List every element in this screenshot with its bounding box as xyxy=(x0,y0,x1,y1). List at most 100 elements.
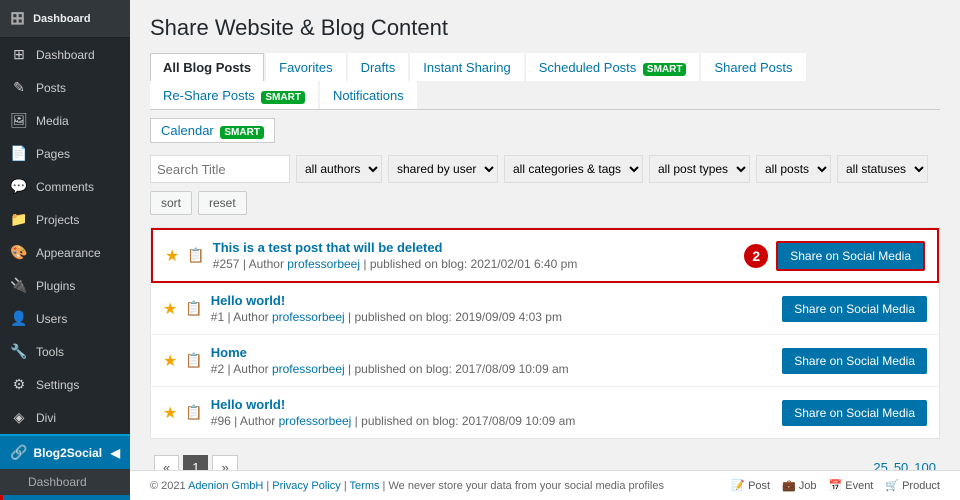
sidebar-item-label: Dashboard xyxy=(36,48,95,62)
sort-reset-row: sort reset xyxy=(150,191,940,215)
product-icon: 🛒 xyxy=(885,479,899,492)
dashboard-icon: ⊞ xyxy=(10,46,28,63)
categories-select[interactable]: all categories & tags xyxy=(504,155,643,183)
sidebar-item-divi[interactable]: ◈ Divi xyxy=(0,401,130,434)
per-page-50[interactable]: 50 xyxy=(894,460,908,470)
sidebar-item-label: Tools xyxy=(36,345,64,359)
post-title[interactable]: Home xyxy=(211,345,247,360)
main-content: Share Website & Blog Content All Blog Po… xyxy=(130,0,960,500)
filter-row: all authors shared by user all categorie… xyxy=(150,155,940,183)
current-page-button[interactable]: 1 xyxy=(183,455,208,470)
footer-privacy-link[interactable]: Privacy Policy xyxy=(272,480,340,492)
per-page-25[interactable]: 25 xyxy=(873,460,887,470)
tab-shared-posts[interactable]: Shared Posts xyxy=(701,53,805,81)
author-link[interactable]: professorbeej xyxy=(272,362,345,376)
sidebar-item-label: Divi xyxy=(36,411,56,425)
pagination-row: « 1 » 25 50 100 xyxy=(150,455,940,470)
star-icon[interactable]: ★ xyxy=(165,246,179,266)
post-meta: #96 | Author professorbeej | published o… xyxy=(211,414,774,428)
statuses-select[interactable]: all statuses xyxy=(837,155,928,183)
post-type-icon: 📋 xyxy=(185,352,202,369)
sidebar-item-label: Posts xyxy=(36,81,66,95)
share-button-3[interactable]: Share on Social Media xyxy=(782,400,927,426)
tab-scheduled-posts[interactable]: Scheduled Posts SMART xyxy=(526,53,700,81)
submenu-dashboard[interactable]: Dashboard xyxy=(0,469,130,495)
footer-terms-link[interactable]: Terms xyxy=(350,480,380,492)
posts-icon: ✎ xyxy=(10,79,28,96)
sidebar-item-label: Comments xyxy=(36,180,94,194)
share-button-2[interactable]: Share on Social Media xyxy=(782,348,927,374)
appearance-icon: 🎨 xyxy=(10,244,28,261)
post-types-select[interactable]: all post types xyxy=(649,155,750,183)
table-row: ★ 📋 This is a test post that will be del… xyxy=(151,228,939,283)
event-label: Event xyxy=(845,480,873,492)
posts-select[interactable]: all posts xyxy=(756,155,831,183)
footer-icons: 📝 Post 💼 Job 📅 Event 🛒 Product xyxy=(731,479,940,492)
tab-notifications[interactable]: Notifications xyxy=(320,81,417,109)
star-icon[interactable]: ★ xyxy=(163,403,177,423)
tab-favorites[interactable]: Favorites xyxy=(266,53,345,81)
sidebar-item-label: Pages xyxy=(36,147,70,161)
search-input[interactable] xyxy=(150,155,290,183)
sidebar-item-pages[interactable]: 📄 Pages xyxy=(0,137,130,170)
star-icon[interactable]: ★ xyxy=(163,299,177,319)
post-meta: #257 | Author professorbeej | published … xyxy=(213,257,736,271)
posts-list: ★ 📋 This is a test post that will be del… xyxy=(150,227,940,439)
tab-drafts[interactable]: Drafts xyxy=(348,53,409,81)
footer-company-link[interactable]: Adenion GmbH xyxy=(188,480,263,492)
footer-text: © 2021 Adenion GmbH | Privacy Policy | T… xyxy=(150,480,664,492)
share-button-0[interactable]: Share on Social Media xyxy=(776,241,925,271)
post-title[interactable]: This is a test post that will be deleted xyxy=(213,240,443,255)
blog2social-label: Blog2Social xyxy=(33,446,102,460)
post-title[interactable]: Hello world! xyxy=(211,397,285,412)
tab-calendar[interactable]: Calendar SMART xyxy=(150,118,275,143)
product-label: Product xyxy=(902,480,940,492)
author-link[interactable]: professorbeej xyxy=(272,310,345,324)
sidebar-item-media[interactable]: 🖼 Media xyxy=(0,104,130,137)
footer-job-icon: 💼 Job xyxy=(782,479,816,492)
author-link[interactable]: professorbeej xyxy=(287,257,360,271)
blog2social-submenu: Dashboard Site & Blog Content Social Med… xyxy=(0,469,130,500)
submenu-site-blog-content[interactable]: Site & Blog Content xyxy=(0,495,130,500)
share-button-1[interactable]: Share on Social Media xyxy=(782,296,927,322)
footer-event-icon: 📅 Event xyxy=(829,479,874,492)
pagination: « 1 » xyxy=(154,455,238,470)
table-row: ★ 📋 Hello world! #1 | Author professorbe… xyxy=(151,283,939,335)
sidebar-item-users[interactable]: 👤 Users xyxy=(0,302,130,335)
projects-icon: 📁 xyxy=(10,211,28,228)
step-badge: 2 xyxy=(744,244,768,268)
next-page-button[interactable]: » xyxy=(212,455,237,470)
post-info: This is a test post that will be deleted… xyxy=(213,240,736,271)
post-type-icon: 📋 xyxy=(187,247,204,264)
post-title[interactable]: Hello world! xyxy=(211,293,285,308)
tab-instant-sharing[interactable]: Instant Sharing xyxy=(410,53,523,81)
tabs-row2: Calendar SMART xyxy=(150,114,940,143)
author-link[interactable]: professorbeej xyxy=(279,414,352,428)
shared-by-select[interactable]: shared by user xyxy=(388,155,498,183)
sidebar-item-appearance[interactable]: 🎨 Appearance xyxy=(0,236,130,269)
post-type-icon: 📋 xyxy=(185,300,202,317)
sidebar-item-label: Plugins xyxy=(36,279,75,293)
sidebar-item-plugins[interactable]: 🔌 Plugins xyxy=(0,269,130,302)
sidebar-item-comments[interactable]: 💬 Comments xyxy=(0,170,130,203)
sidebar-item-settings[interactable]: ⚙ Settings xyxy=(0,368,130,401)
reset-button[interactable]: reset xyxy=(198,191,247,215)
sidebar-item-projects[interactable]: 📁 Projects xyxy=(0,203,130,236)
prev-page-button[interactable]: « xyxy=(154,455,179,470)
per-page-100[interactable]: 100 xyxy=(914,460,936,470)
tab-all-blog-posts[interactable]: All Blog Posts xyxy=(150,53,264,81)
blog2social-icon: 🔗 xyxy=(10,444,27,461)
sidebar-item-label: Media xyxy=(36,114,69,128)
blog2social-section[interactable]: 🔗 Blog2Social ◀ xyxy=(0,434,130,469)
authors-select[interactable]: all authors xyxy=(296,155,382,183)
event-icon: 📅 xyxy=(829,479,843,492)
sidebar-item-dashboard[interactable]: ⊞ Dashboard xyxy=(0,38,130,71)
sidebar-item-posts[interactable]: ✎ Posts xyxy=(0,71,130,104)
sort-button[interactable]: sort xyxy=(150,191,192,215)
footer-product-icon: 🛒 Product xyxy=(885,479,940,492)
sidebar-item-tools[interactable]: 🔧 Tools xyxy=(0,335,130,368)
tab-reshare-posts[interactable]: Re-Share Posts SMART xyxy=(150,81,318,109)
star-icon[interactable]: ★ xyxy=(163,351,177,371)
post-meta: #2 | Author professorbeej | published on… xyxy=(211,362,774,376)
sidebar-item-label: Appearance xyxy=(36,246,101,260)
